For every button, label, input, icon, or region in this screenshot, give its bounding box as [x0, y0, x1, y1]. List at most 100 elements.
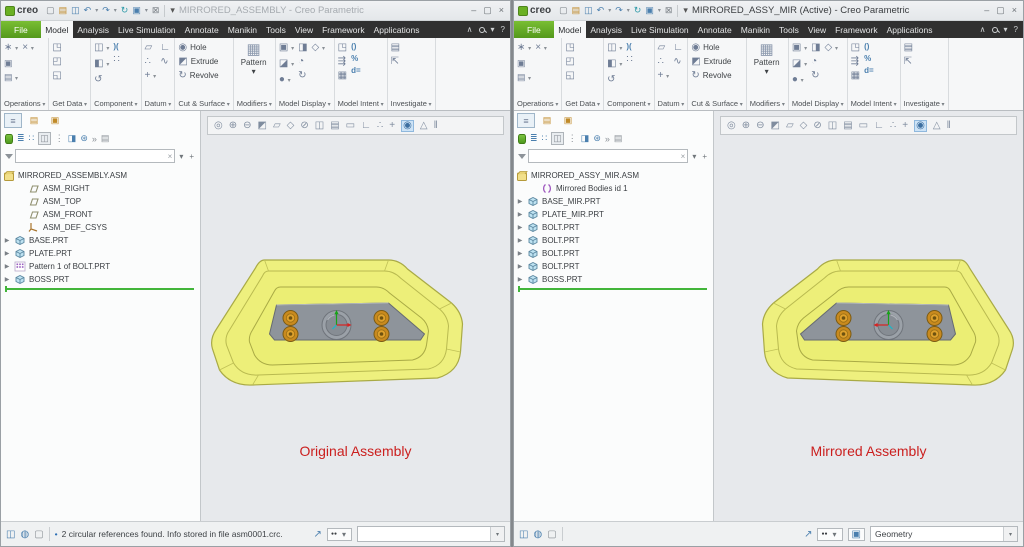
tree-item[interactable]: ▶BOLT.PRT	[516, 247, 711, 260]
design-tree-icon[interactable]: ◨	[581, 133, 590, 144]
revolve-button[interactable]: ↻Revolve	[691, 70, 731, 81]
tree-search-box[interactable]: ×	[15, 149, 175, 163]
tree-item[interactable]: ▶BOLT.PRT	[516, 234, 711, 247]
section-button[interactable]: ◪ ▾	[279, 58, 294, 71]
redo-icon[interactable]: ↷	[615, 5, 623, 16]
filter-caret-icon[interactable]: ▾	[490, 527, 504, 541]
filter-funnel-icon[interactable]	[5, 154, 13, 159]
tree-search-box[interactable]: ×	[528, 149, 688, 163]
browser-toggle-icon[interactable]: ◍	[533, 529, 542, 540]
tree-search-input[interactable]	[531, 152, 681, 161]
tab-live-simulation[interactable]: Live Simulation	[114, 21, 181, 38]
tree-filters-icon[interactable]: ⋮	[568, 133, 577, 144]
add-filter-icon[interactable]: +	[700, 152, 709, 161]
sync-icon[interactable]: ▾	[1004, 25, 1008, 34]
user-defined-feature-button[interactable]: ◱	[52, 70, 61, 81]
fullscreen-icon[interactable]: ▢	[547, 529, 556, 540]
reference-viewer-button[interactable]: ▤	[391, 42, 400, 53]
open-icon[interactable]: ▤	[59, 5, 68, 16]
expander-icon[interactable]: ▶	[3, 237, 11, 244]
tree-item[interactable]: ▶BOSS.PRT	[3, 273, 198, 286]
expander-icon[interactable]: ▶	[3, 263, 11, 270]
datum-display-icon[interactable]: ▭	[346, 121, 355, 131]
collapse-ribbon-icon[interactable]: ∧	[980, 25, 986, 34]
spin-button[interactable]: ↻	[811, 70, 820, 81]
tab-manikin[interactable]: Manikin	[223, 21, 261, 38]
3d-drag-icon[interactable]: ↗	[804, 529, 812, 540]
sync-icon[interactable]: ▾	[491, 25, 495, 34]
tree-filters-icon[interactable]: ⋮	[55, 133, 64, 144]
reference-viewer-button[interactable]: ▤	[904, 42, 913, 53]
tree-panel-toggle-icon[interactable]: ◫	[519, 529, 528, 540]
window-switch-icon[interactable]: ▣	[132, 5, 141, 16]
selection-filter-combo[interactable]: ▾	[357, 526, 505, 542]
tree-item[interactable]: ▶BASE.PRT	[3, 234, 198, 247]
model-intent-button[interactable]: ⇶	[851, 56, 860, 67]
group-label-model-intent[interactable]: Model Intent	[851, 97, 897, 110]
csys-display-icon[interactable]: +	[902, 121, 908, 131]
tab-framework[interactable]: Framework	[831, 21, 883, 38]
tree-item[interactable]: ASM_FRONT	[3, 208, 198, 221]
filter-caret-icon[interactable]: ▾	[1003, 527, 1017, 541]
geometry-checks-button[interactable]: ⇱	[904, 56, 913, 67]
expander-icon[interactable]: ▶	[516, 276, 524, 283]
copy-button[interactable]: ▣	[4, 58, 18, 69]
tab-model[interactable]: Model	[554, 21, 586, 38]
more-tools-icon[interactable]: »	[92, 134, 97, 144]
tree-item[interactable]: ▶BASE_MIR.PRT	[516, 195, 711, 208]
group-label-model-display[interactable]: Model Display	[279, 97, 331, 110]
tree-item[interactable]: ASM_DEF_CSYS	[3, 221, 198, 234]
datum-axis-button[interactable]: ∟	[160, 42, 170, 53]
pattern-button[interactable]: ▦ Pattern ▾	[237, 40, 271, 78]
publish-geometry-button[interactable]: ◳	[338, 42, 347, 53]
view-manager-icon[interactable]: ▤	[330, 121, 339, 131]
regenerate-icon[interactable]: ↻	[121, 5, 129, 16]
shade-button[interactable]: ● ▾	[792, 74, 807, 87]
drag-components-button[interactable]: ∷	[626, 54, 632, 65]
tree-panel-toggle-icon[interactable]: ◫	[6, 529, 15, 540]
close-button[interactable]: ×	[1012, 5, 1017, 16]
extrude-button[interactable]: ◩Extrude	[178, 56, 218, 67]
scenes-button[interactable]: ▣ ▾	[279, 42, 294, 55]
zoom-in-icon[interactable]: ⊕	[742, 121, 750, 131]
datum-point-button[interactable]: ∴	[145, 56, 157, 67]
tree-item[interactable]: ▶BOLT.PRT	[516, 221, 711, 234]
group-label-get-data[interactable]: Get Data	[52, 97, 87, 110]
add-filter-icon[interactable]: +	[187, 152, 196, 161]
tab-annotate[interactable]: Annotate	[693, 21, 736, 38]
expand-all-icon[interactable]: ≣	[17, 133, 25, 144]
regenerate-button[interactable]: ∗ ▾	[517, 42, 531, 55]
tab-applications[interactable]: Applications	[369, 21, 424, 38]
tab-tools[interactable]: Tools	[261, 21, 290, 38]
tree-columns-icon[interactable]: ◫	[38, 132, 51, 145]
close-window-icon[interactable]: ⊠	[665, 5, 673, 16]
expander-icon[interactable]: ▶	[516, 250, 524, 257]
paste-button[interactable]: ▤ ▾	[517, 72, 531, 85]
expander-icon[interactable]: ▶	[516, 224, 524, 231]
delete-button[interactable]: × ▾	[535, 42, 547, 55]
collapse-all-icon[interactable]: ∷	[542, 133, 548, 144]
assembly-model-mirrored[interactable]	[721, 239, 1016, 429]
component-display-button[interactable]: ◔	[298, 56, 307, 67]
datum-csys-button[interactable]: + ▾	[658, 70, 670, 83]
point-display-icon[interactable]: ∴	[890, 121, 896, 131]
undo-caret-icon[interactable]: ▾	[608, 7, 611, 14]
design-tree-icon[interactable]: ◨	[68, 133, 77, 144]
redo-caret-icon[interactable]: ▾	[627, 7, 630, 14]
tree-root[interactable]: MIRRORED_ASSY_MIR.ASM	[516, 169, 711, 182]
help-icon[interactable]: ?	[1014, 25, 1018, 34]
pause-icon[interactable]: ‖	[434, 121, 438, 131]
close-button[interactable]: ×	[499, 5, 504, 16]
collapse-ribbon-icon[interactable]: ∧	[467, 25, 473, 34]
group-label-investigate[interactable]: Investigate	[904, 97, 945, 110]
undo-icon[interactable]: ↶	[597, 5, 605, 16]
expander-icon[interactable]: ▶	[3, 250, 11, 257]
datum-point-button[interactable]: ∴	[658, 56, 670, 67]
tree-columns-icon[interactable]: ◫	[551, 132, 564, 145]
assemble-button[interactable]: ◫ ▾	[94, 42, 109, 55]
tree-settings-icon[interactable]: ⊛	[80, 133, 88, 144]
tab-framework[interactable]: Framework	[318, 21, 370, 38]
window-caret-icon[interactable]: ▾	[658, 7, 661, 14]
parameters-button[interactable]: ()	[351, 42, 361, 51]
group-label-operations[interactable]: Operations	[517, 97, 558, 110]
